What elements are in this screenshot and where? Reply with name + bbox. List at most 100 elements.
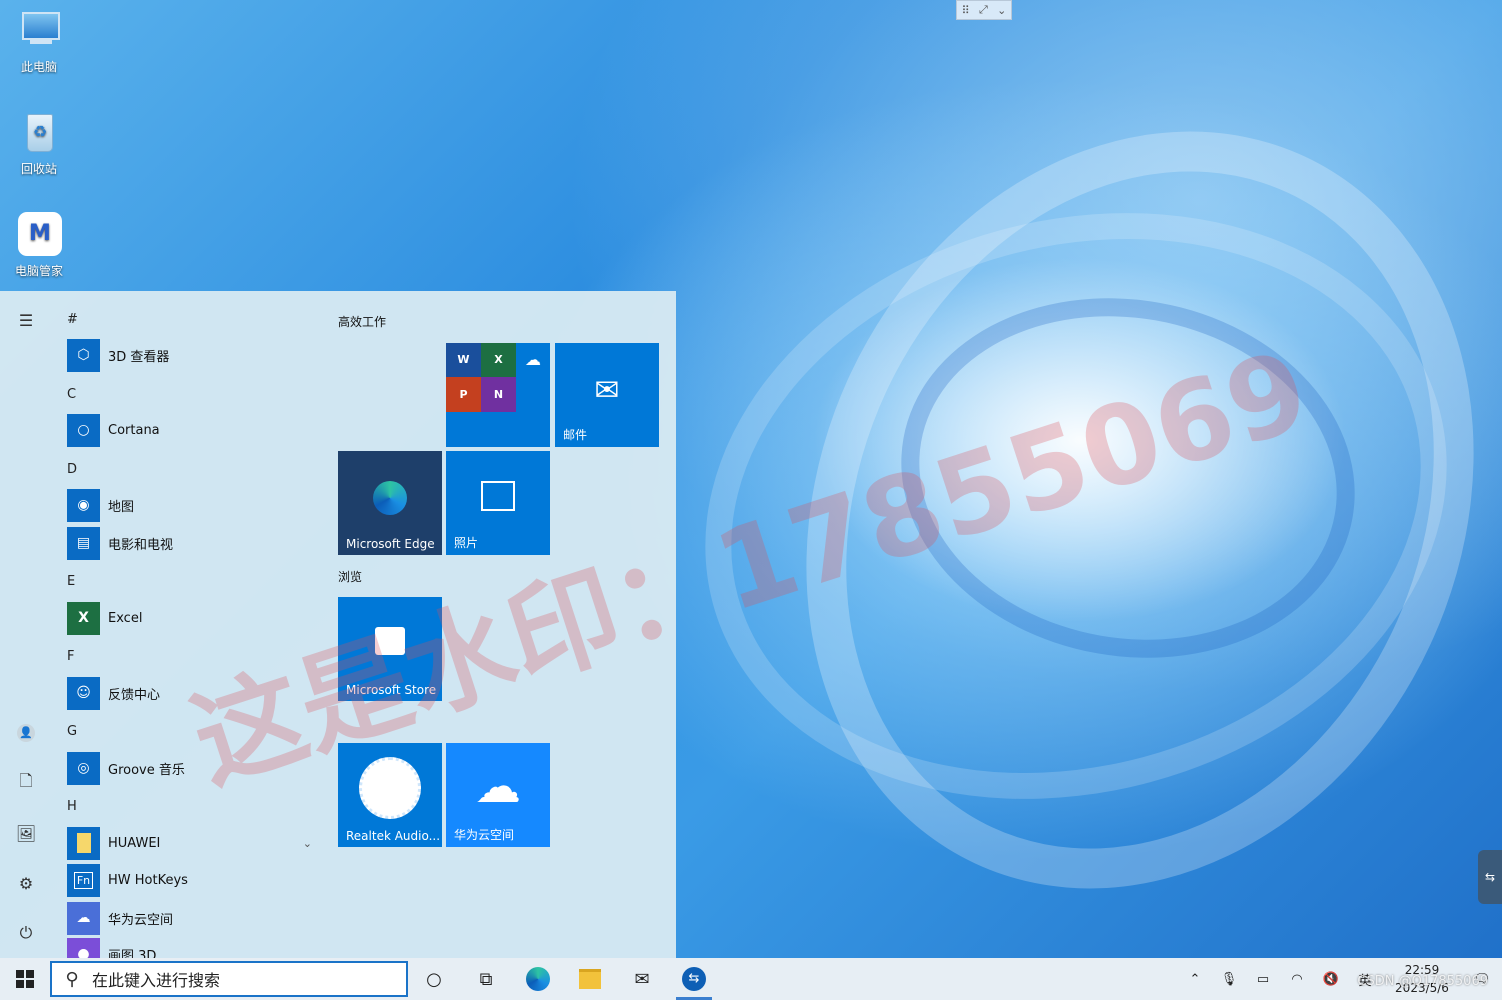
tile-office-apps[interactable]: W X ☁ P N (446, 343, 550, 447)
app-label: HUAWEI (108, 835, 161, 851)
app-3d-viewer[interactable]: ⬡ 3D 查看器 (67, 338, 322, 372)
tile-realtek-audio[interactable]: Realtek Audio... (338, 743, 442, 847)
letter-header[interactable]: C (67, 387, 76, 402)
app-huawei-folder[interactable]: HUAWEI ⌄ (67, 826, 322, 860)
tile-photos[interactable]: 照片 (446, 451, 550, 555)
taskbar-edge[interactable] (512, 958, 564, 1000)
app-label: 地图 (108, 499, 135, 515)
photo-icon (446, 481, 550, 511)
teamviewer-icon: ⇆ (682, 967, 706, 991)
tile-label: 邮件 (563, 428, 588, 442)
task-view-button[interactable]: ⧉ (460, 958, 512, 1000)
onenote-icon: N (481, 377, 516, 412)
tile-microsoft-store[interactable]: Microsoft Store (338, 597, 442, 701)
power-icon[interactable]: ⏻ (12, 919, 40, 947)
feedback-icon: ☺ (67, 676, 100, 710)
start-rail: ☰ 👤 🗋 🖼 ⚙ ⏻ (0, 291, 52, 958)
onedrive-icon: ☁ (525, 350, 541, 369)
tile-huawei-cloud[interactable]: ☁ 华为云空间 (446, 743, 550, 847)
desktop-icon-pc-manager[interactable]: M 电脑管家 (6, 212, 72, 279)
mail-icon: ✉ (634, 968, 650, 990)
taskbar-mail[interactable]: ✉ (616, 958, 668, 1000)
taskbar-search-box[interactable]: ⚲ 在此键入进行搜索 (50, 961, 408, 997)
app-label: 电影和电视 (108, 537, 174, 553)
tile-label: Microsoft Store (346, 683, 437, 697)
desktop-icon-this-pc[interactable]: 此电脑 (6, 8, 72, 75)
cortana-circle-icon: ○ (426, 968, 442, 990)
word-icon: W (446, 343, 481, 377)
mail-icon: ✉ (594, 373, 620, 408)
battery-icon[interactable]: ▭ (1246, 972, 1280, 987)
start-menu: ☰ 👤 🗋 🖼 ⚙ ⏻ # ⬡ 3D 查看器 C ○ Cortana D ◉ 地… (0, 291, 676, 958)
paint-3d-icon: ● (67, 937, 100, 958)
remote-toolbar[interactable]: ⠿ ⤢ ⌄ (956, 0, 1012, 20)
fullscreen-icon[interactable]: ⤢ (979, 3, 988, 17)
windows-logo-icon (16, 970, 34, 988)
app-label: 画图 3D (108, 948, 157, 959)
app-groove-music[interactable]: ◎ Groove 音乐 (67, 751, 322, 785)
powerpoint-icon: P (446, 377, 481, 412)
taskbar-file-explorer[interactable] (564, 958, 616, 1000)
desktop-icon-recycle-bin[interactable]: ♻ 回收站 (6, 110, 72, 177)
recycle-bin-icon: ♻ (16, 110, 62, 156)
folder-icon (579, 969, 601, 989)
app-label: 反馈中心 (108, 687, 161, 703)
settings-icon[interactable]: ⚙ (12, 869, 40, 897)
excel-icon: X (481, 343, 516, 377)
user-icon[interactable]: 👤 (12, 719, 40, 747)
app-feedback-hub[interactable]: ☺ 反馈中心 (67, 676, 322, 710)
tile-label: 华为云空间 (454, 828, 515, 842)
clapperboard-icon: ▤ (67, 526, 100, 560)
taskbar: ⚲ 在此键入进行搜索 ○ ⧉ ✉ ⇆ ⌃ 🎙 ▭ ◠ 🔇 英 22:59 202… (0, 958, 1502, 1000)
letter-header[interactable]: H (67, 799, 77, 814)
csdn-watermark: CSDN @Q17855069 (1357, 974, 1488, 989)
search-icon: ⚲ (65, 968, 79, 990)
store-bag-icon (338, 627, 442, 655)
letter-header[interactable]: F (67, 649, 74, 664)
cortana-button[interactable]: ○ (408, 958, 460, 1000)
cortana-icon: ○ (67, 413, 100, 447)
app-huawei-cloud[interactable]: ☁ 华为云空间 (67, 901, 322, 935)
app-label: Excel (108, 610, 143, 626)
letter-header[interactable]: D (67, 462, 77, 477)
task-view-icon: ⧉ (479, 968, 493, 990)
start-button[interactable] (0, 958, 50, 1000)
pc-manager-icon: M (16, 212, 62, 258)
taskbar-teamviewer[interactable]: ⇆ (668, 958, 720, 1000)
tile-group-title[interactable]: 浏览 (338, 568, 362, 585)
desktop-icon-label: 此电脑 (20, 60, 57, 74)
teamviewer-side-tab[interactable]: ⇆ (1478, 850, 1502, 904)
cube-icon: ⬡ (67, 338, 100, 372)
tile-mail[interactable]: ✉ 邮件 (555, 343, 659, 447)
pictures-icon[interactable]: 🖼 (12, 819, 40, 847)
chevron-up-icon[interactable]: ⌃ (1178, 972, 1212, 987)
wifi-icon[interactable]: ◠ (1280, 972, 1314, 987)
cloud-icon: ☁ (67, 901, 100, 935)
microphone-icon[interactable]: 🎙 (1212, 972, 1246, 987)
app-movies-tv[interactable]: ▤ 电影和电视 (67, 526, 322, 560)
chevron-down-icon[interactable]: ⌄ (997, 4, 1006, 17)
document-icon[interactable]: 🗋 (12, 769, 40, 797)
app-excel[interactable]: X Excel (67, 601, 322, 635)
app-cortana[interactable]: ○ Cortana (67, 413, 322, 447)
chevron-down-icon[interactable]: ⌄ (303, 837, 312, 850)
letter-header[interactable]: # (67, 312, 78, 327)
grid-icon[interactable]: ⠿ (962, 4, 970, 17)
tile-microsoft-edge[interactable]: Microsoft Edge (338, 451, 442, 555)
hamburger-icon[interactable]: ☰ (12, 306, 40, 334)
volume-muted-icon[interactable]: 🔇 (1314, 972, 1348, 987)
app-label: 华为云空间 (108, 912, 174, 928)
app-maps[interactable]: ◉ 地图 (67, 488, 322, 522)
tile-label: Microsoft Edge (346, 537, 435, 551)
folder-icon (67, 826, 100, 860)
app-paint-3d[interactable]: ● 画图 3D (67, 937, 322, 958)
letter-header[interactable]: G (67, 724, 77, 739)
cloud-icon: ☁ (475, 759, 521, 813)
teamviewer-icon: ⇆ (1484, 870, 1496, 884)
app-hw-hotkeys[interactable]: Fn HW HotKeys (67, 863, 322, 897)
tile-label: Realtek Audio... (346, 829, 441, 843)
app-label: Groove 音乐 (108, 762, 185, 778)
app-label: 3D 查看器 (108, 349, 170, 365)
tile-group-title[interactable]: 高效工作 (338, 313, 386, 330)
letter-header[interactable]: E (67, 574, 75, 589)
